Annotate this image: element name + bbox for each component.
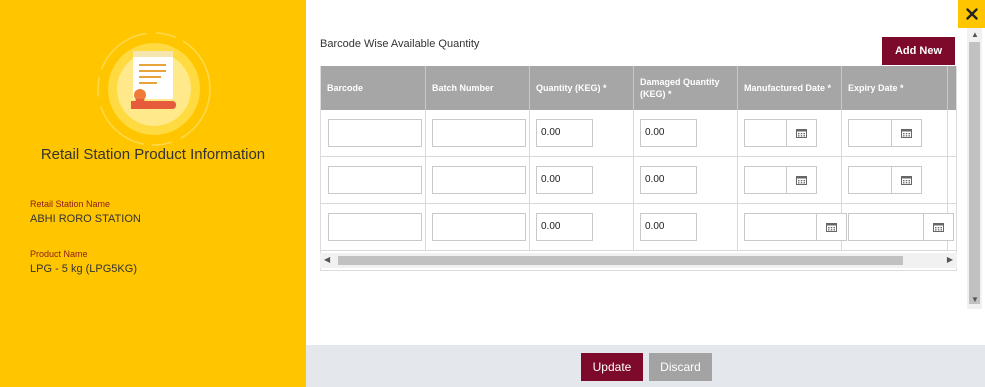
calendar-icon[interactable] xyxy=(786,167,816,193)
calendar-icon[interactable] xyxy=(923,214,953,240)
column-header-expiry-date[interactable]: Expiry Date * xyxy=(842,66,948,110)
expiry-cell xyxy=(842,110,948,156)
add-new-button[interactable]: Add New xyxy=(882,37,955,65)
column-header-barcode[interactable]: Barcode xyxy=(321,66,426,110)
section-title: Barcode Wise Available Quantity xyxy=(320,38,480,50)
product-name-label: Product Name xyxy=(30,249,88,259)
damaged-quantity-input[interactable]: 0.00 xyxy=(640,213,697,241)
vertical-scroll-thumb[interactable] xyxy=(969,42,980,304)
damaged-cell: 0.00 xyxy=(634,157,738,203)
quantity-input[interactable]: 0.00 xyxy=(536,119,593,147)
table-row: 0.00 0.00 xyxy=(321,157,956,204)
manufactured-cell xyxy=(738,110,842,156)
product-info-panel: Retail Station Product Information Retai… xyxy=(0,0,306,387)
scroll-left-arrow-icon[interactable]: ◀ xyxy=(324,255,330,264)
expiry-cell xyxy=(842,157,948,203)
scroll-right-arrow-icon[interactable]: ▶ xyxy=(947,255,953,264)
table-row: 0.00 0.00 xyxy=(321,110,956,157)
manufactured-date-picker[interactable] xyxy=(744,119,817,147)
batch-number-input[interactable] xyxy=(432,166,526,194)
damaged-quantity-input[interactable]: 0.00 xyxy=(640,119,697,147)
barcode-input[interactable] xyxy=(328,166,422,194)
damaged-quantity-input[interactable]: 0.00 xyxy=(640,166,697,194)
horizontal-scrollbar[interactable]: ◀ ▶ xyxy=(320,253,957,268)
certificate-document-icon xyxy=(97,32,211,146)
barcode-cell xyxy=(321,157,426,203)
retail-station-name-label: Retail Station Name xyxy=(30,199,111,209)
barcode-input[interactable] xyxy=(328,119,422,147)
batch-cell xyxy=(426,204,530,250)
damaged-cell: 0.00 xyxy=(634,204,738,250)
batch-cell xyxy=(426,110,530,156)
barcode-cell xyxy=(321,110,426,156)
scroll-down-arrow-icon[interactable]: ▼ xyxy=(971,295,979,304)
scroll-up-arrow-icon[interactable]: ▲ xyxy=(971,30,979,39)
barcode-cell xyxy=(321,204,426,250)
batch-cell xyxy=(426,157,530,203)
product-name-value: LPG - 5 kg (LPG5KG) xyxy=(30,263,137,275)
footer-bar: Update Discard xyxy=(306,345,985,387)
expiry-date-picker[interactable] xyxy=(848,119,922,147)
close-icon xyxy=(965,8,978,20)
column-header-quantity[interactable]: Quantity (KEG) * xyxy=(530,66,634,110)
column-header-batch-number[interactable]: Batch Number xyxy=(426,66,530,110)
close-button[interactable] xyxy=(958,0,985,28)
calendar-icon[interactable] xyxy=(891,167,921,193)
quantity-input[interactable]: 0.00 xyxy=(536,213,593,241)
barcode-grid: Barcode Batch Number Quantity (KEG) * Da… xyxy=(320,66,957,271)
table-row: 0.00 0.00 xyxy=(321,204,956,251)
grid-header: Barcode Batch Number Quantity (KEG) * Da… xyxy=(321,66,956,110)
batch-number-input[interactable] xyxy=(432,119,526,147)
calendar-icon[interactable] xyxy=(891,120,921,146)
discard-button[interactable]: Discard xyxy=(649,353,712,381)
manufactured-date-picker[interactable] xyxy=(744,166,817,194)
quantity-cell: 0.00 xyxy=(530,110,634,156)
quantity-cell: 0.00 xyxy=(530,204,634,250)
column-header-manufactured-date[interactable]: Manufactured Date * xyxy=(738,66,842,110)
retail-station-name-value: ABHI RORO STATION xyxy=(30,213,141,225)
column-header-damaged-quantity[interactable]: Damaged Quantity (KEG) * xyxy=(634,66,738,110)
vertical-scrollbar[interactable]: ▲ ▼ xyxy=(967,27,982,309)
quantity-cell: 0.00 xyxy=(530,157,634,203)
barcode-input[interactable] xyxy=(328,213,422,241)
expiry-date-picker[interactable] xyxy=(848,213,954,241)
manufactured-date-picker[interactable] xyxy=(744,213,847,241)
main-content: Barcode Wise Available Quantity Add New … xyxy=(306,0,985,387)
damaged-cell: 0.00 xyxy=(634,110,738,156)
panel-title: Retail Station Product Information xyxy=(40,146,266,163)
manufactured-cell xyxy=(738,204,847,250)
expiry-date-picker[interactable] xyxy=(848,166,922,194)
manufactured-cell xyxy=(738,157,842,203)
update-button[interactable]: Update xyxy=(581,353,643,381)
expiry-cell xyxy=(842,204,954,250)
quantity-input[interactable]: 0.00 xyxy=(536,166,593,194)
batch-number-input[interactable] xyxy=(432,213,526,241)
calendar-icon[interactable] xyxy=(786,120,816,146)
horizontal-scroll-thumb[interactable] xyxy=(338,256,903,265)
column-header-overflow xyxy=(948,66,956,110)
